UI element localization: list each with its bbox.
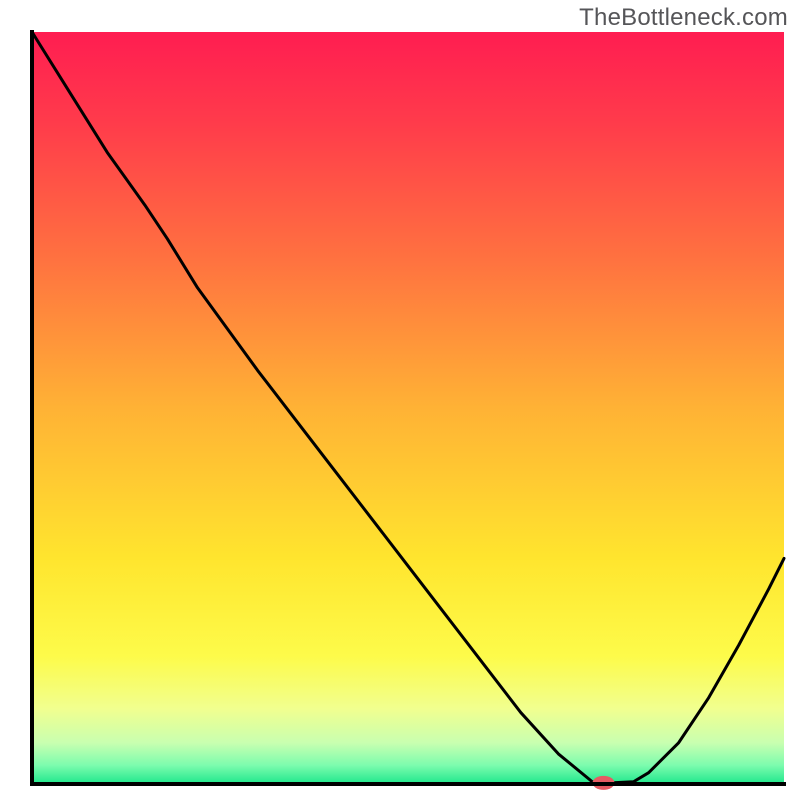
chart-frame: TheBottleneck.com — [0, 0, 800, 800]
gradient-background — [32, 32, 784, 784]
bottleneck-chart — [0, 0, 800, 800]
